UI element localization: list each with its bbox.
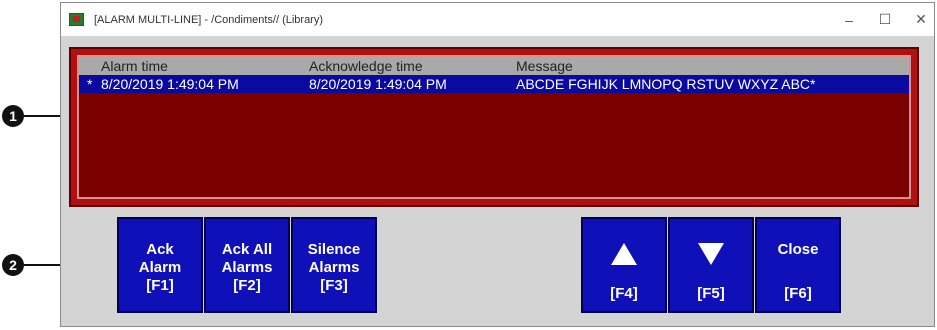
column-alarm-time: Alarm time <box>101 58 168 74</box>
scroll-up-button[interactable]: [F4] <box>581 217 667 313</box>
ack-all-label-2: Alarms <box>221 259 273 276</box>
ack-alarm-button[interactable]: Ack Alarm [F1] <box>117 217 203 313</box>
maximize-icon[interactable]: ☐ <box>878 11 892 28</box>
window-title: [ALARM MULTI-LINE] - /Condiments// (Libr… <box>94 13 324 26</box>
app-icon <box>69 13 84 26</box>
column-acknowledge-time: Acknowledge time <box>309 58 423 74</box>
message-cell: ABCDE FGHIJK LMNOPQ RSTUV WXYZ ABC* <box>516 76 816 92</box>
close-icon[interactable]: ✕ <box>914 11 928 28</box>
silence-alarms-button[interactable]: Silence Alarms [F3] <box>291 217 377 313</box>
scroll-up-key: [F4] <box>610 285 638 302</box>
ack-all-key: [F2] <box>233 277 261 294</box>
alarm-window: [ALARM MULTI-LINE] - /Condiments// (Libr… <box>60 2 935 327</box>
close-button[interactable]: Close [F6] <box>755 217 841 313</box>
close-key: [F6] <box>784 285 812 302</box>
minimize-icon[interactable]: – <box>842 12 856 28</box>
ack-alarm-label-2: Alarm <box>138 259 182 276</box>
alarm-marker: * <box>87 76 93 92</box>
alarm-time-cell: 8/20/2019 1:49:04 PM <box>101 76 239 92</box>
scroll-down-key: [F5] <box>697 285 725 302</box>
ack-time-cell: 8/20/2019 1:49:04 PM <box>309 76 447 92</box>
column-message: Message <box>516 58 573 74</box>
arrow-up-icon <box>611 243 637 265</box>
alarm-row[interactable]: * 8/20/2019 1:49:04 PM 8/20/2019 1:49:04… <box>79 75 909 93</box>
silence-label-2: Alarms <box>308 259 360 276</box>
window-controls: – ☐ ✕ <box>842 3 928 36</box>
ack-alarm-label-1: Ack <box>146 241 174 258</box>
silence-label-1: Silence <box>307 241 361 258</box>
close-label: Close <box>777 241 819 258</box>
ack-all-label-1: Ack All <box>221 241 273 258</box>
ack-all-alarms-button[interactable]: Ack All Alarms [F2] <box>204 217 290 313</box>
callout-2: 2 <box>2 254 24 276</box>
alarm-table-header: Alarm time Acknowledge time Message <box>79 57 909 75</box>
alarm-panel: Alarm time Acknowledge time Message * 8/… <box>69 47 919 207</box>
callout-1: 1 <box>2 105 24 127</box>
alarm-list[interactable]: Alarm time Acknowledge time Message * 8/… <box>77 55 911 199</box>
scroll-down-button[interactable]: [F5] <box>668 217 754 313</box>
title-bar[interactable]: [ALARM MULTI-LINE] - /Condiments// (Libr… <box>61 3 934 36</box>
arrow-down-icon <box>698 243 724 265</box>
ack-alarm-key: [F1] <box>146 277 174 294</box>
silence-key: [F3] <box>320 277 348 294</box>
